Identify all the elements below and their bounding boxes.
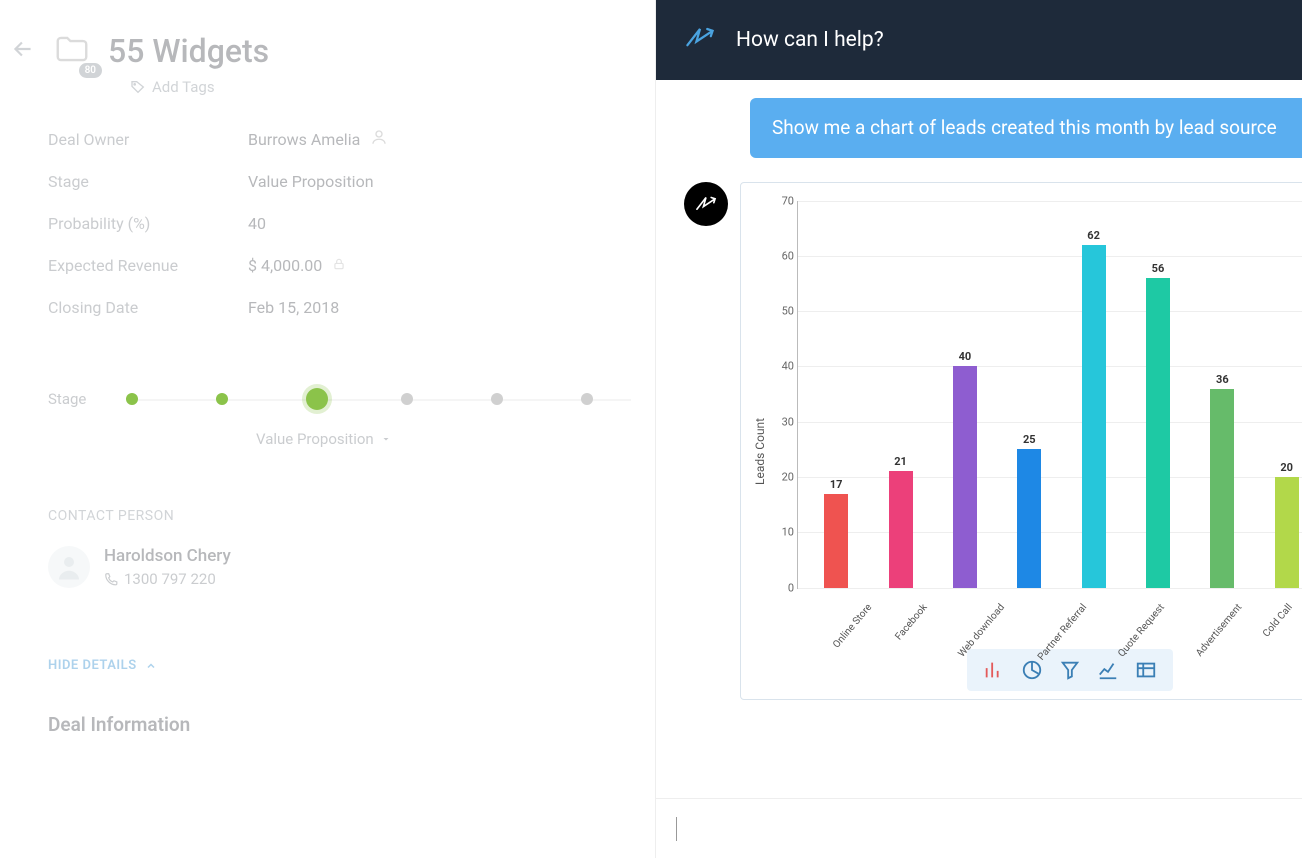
- y-tick: 50: [768, 305, 794, 318]
- stage-progress-label: Stage: [48, 390, 86, 408]
- chart-x-labels: Online StoreFacebookWeb downloadPartner …: [797, 589, 1302, 641]
- contact-section-title: CONTACT PERSON: [48, 508, 655, 524]
- bar-value-label: 56: [1152, 262, 1165, 275]
- field-value: Feb 15, 2018: [248, 298, 339, 317]
- bar-column[interactable]: 62: [1061, 201, 1125, 588]
- bar-value-label: 21: [894, 455, 907, 468]
- bar: [889, 471, 913, 587]
- stage-dot[interactable]: [126, 393, 138, 405]
- lock-icon: [332, 256, 346, 275]
- stage-dropdown[interactable]: Value Proposition: [256, 430, 655, 448]
- bar: [824, 494, 848, 588]
- chart-plot-area: 010203040506070172140256256362040: [797, 201, 1302, 589]
- chevron-up-icon: [145, 660, 157, 672]
- stage-dot[interactable]: [401, 393, 413, 405]
- bar-column[interactable]: 40: [933, 201, 997, 588]
- field-label: Probability (%): [48, 214, 248, 233]
- stage-dot[interactable]: [581, 393, 593, 405]
- y-tick: 40: [768, 360, 794, 373]
- bar: [953, 366, 977, 587]
- avatar: [48, 546, 90, 588]
- y-tick: 0: [768, 581, 794, 594]
- chat-input-row: [656, 798, 1302, 858]
- field-owner: Deal Owner Burrows Amelia: [48, 118, 655, 160]
- zia-assistant-panel: How can I help? — Show me a chart of lea…: [655, 0, 1302, 858]
- deal-folder-icon: 80: [50, 30, 94, 72]
- zia-logo-icon: [682, 20, 718, 60]
- zia-avatar-icon: [684, 182, 728, 226]
- field-probability: Probability (%) 40: [48, 202, 655, 244]
- stage-dot[interactable]: [216, 393, 228, 405]
- hide-details-label: HIDE DETAILS: [48, 658, 137, 673]
- x-tick-label: Facebook: [889, 589, 964, 665]
- y-tick: 70: [768, 194, 794, 207]
- hide-details-toggle[interactable]: HIDE DETAILS: [48, 658, 655, 673]
- contact-phone-number: 1300 797 220: [124, 570, 216, 588]
- y-tick: 60: [768, 249, 794, 262]
- bar: [1275, 477, 1299, 588]
- bar-value-label: 17: [830, 478, 843, 491]
- bar-column[interactable]: 25: [997, 201, 1061, 588]
- field-closing-date: Closing Date Feb 15, 2018: [48, 286, 655, 328]
- bar-column[interactable]: 20: [1255, 201, 1302, 588]
- bar-value-label: 62: [1087, 229, 1100, 242]
- field-revenue: Expected Revenue $ 4,000.00: [48, 244, 655, 286]
- field-label: Stage: [48, 172, 248, 191]
- line-chart-icon[interactable]: [1089, 655, 1127, 685]
- field-stage: Stage Value Proposition: [48, 160, 655, 202]
- bar-value-label: 36: [1216, 373, 1229, 386]
- bar-value-label: 25: [1023, 433, 1036, 446]
- y-tick: 20: [768, 470, 794, 483]
- phone-icon: [104, 572, 118, 586]
- chart-card: Leads Count 0 10 20 30 40 50 60 70 17 21 40 25 62 56 3…: [740, 182, 1302, 700]
- bar: [1017, 449, 1041, 587]
- bar: [1210, 389, 1234, 588]
- field-value: 40: [248, 214, 266, 233]
- stage-progress: Stage: [48, 388, 655, 410]
- chevron-down-icon: [380, 433, 392, 445]
- person-icon[interactable]: [370, 128, 388, 150]
- folder-count-badge: 80: [79, 63, 102, 78]
- x-tick-label: Cold Call: [1257, 589, 1302, 662]
- field-value: $ 4,000.00: [248, 256, 322, 275]
- contact-card[interactable]: Haroldson Chery 1300 797 220: [48, 546, 655, 588]
- field-label: Closing Date: [48, 298, 248, 317]
- bar-value-label: 40: [959, 350, 972, 363]
- field-label: Expected Revenue: [48, 256, 248, 275]
- bar-column[interactable]: 56: [1126, 201, 1190, 588]
- zia-header: How can I help? —: [656, 0, 1302, 80]
- stage-dot-current[interactable]: [306, 388, 328, 410]
- y-tick: 10: [768, 526, 794, 539]
- stage-dot[interactable]: [491, 393, 503, 405]
- chart-ylabel: Leads Count: [751, 201, 767, 641]
- chat-input[interactable]: [677, 820, 1302, 838]
- stage-dropdown-value: Value Proposition: [256, 430, 374, 448]
- back-arrow-icon[interactable]: [10, 36, 36, 66]
- deal-detail-panel: 80 55 Widgets Add Tags Deal Owner Burrow…: [0, 0, 655, 858]
- bar-value-label: 20: [1280, 461, 1293, 474]
- bar-column[interactable]: 21: [868, 201, 932, 588]
- field-value: Burrows Amelia: [248, 130, 360, 149]
- contact-name: Haroldson Chery: [104, 546, 231, 566]
- bar-column[interactable]: 36: [1190, 201, 1254, 588]
- bar: [1082, 245, 1106, 588]
- add-tags-button[interactable]: Add Tags: [130, 78, 655, 96]
- bar: [1146, 278, 1170, 588]
- tag-icon: [130, 79, 146, 95]
- deal-information-heading: Deal Information: [48, 713, 655, 736]
- user-message-bubble: Show me a chart of leads created this mo…: [750, 98, 1302, 158]
- page-title: 55 Widgets: [108, 32, 269, 70]
- field-label: Deal Owner: [48, 130, 248, 149]
- add-tags-label: Add Tags: [152, 78, 215, 96]
- contact-phone[interactable]: 1300 797 220: [104, 570, 231, 588]
- zia-header-title: How can I help?: [736, 28, 1302, 52]
- chat-body: Show me a chart of leads created this mo…: [656, 80, 1302, 798]
- bar-column[interactable]: 17: [804, 201, 868, 588]
- y-tick: 30: [768, 415, 794, 428]
- field-value: Value Proposition: [248, 172, 374, 191]
